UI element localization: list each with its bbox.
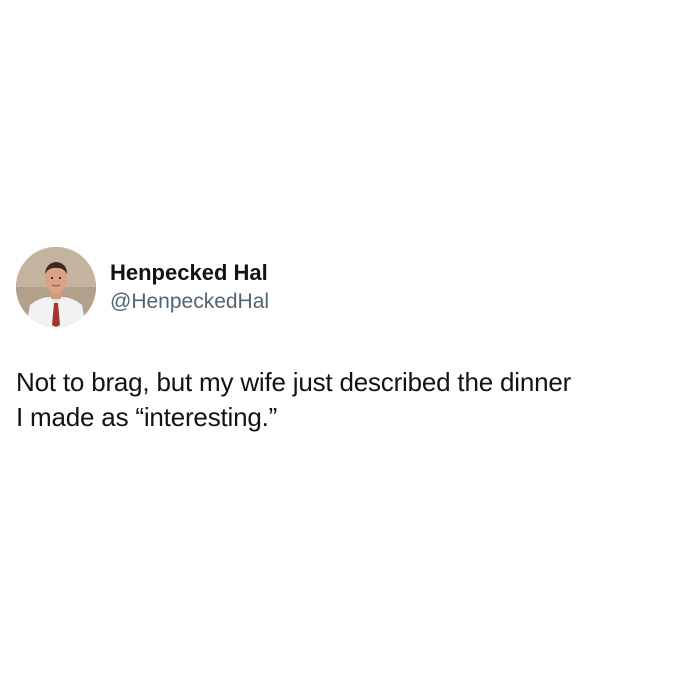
avatar[interactable] bbox=[16, 247, 96, 327]
tweet-card: Henpecked Hal @HenpeckedHal Not to brag,… bbox=[16, 247, 686, 435]
tweet-text: Not to brag, but my wife just described … bbox=[16, 367, 572, 432]
author-handle[interactable]: @HenpeckedHal bbox=[110, 287, 269, 317]
author-display-name[interactable]: Henpecked Hal bbox=[110, 259, 269, 287]
avatar-photo-icon bbox=[16, 247, 96, 327]
tweet-header: Henpecked Hal @HenpeckedHal bbox=[16, 247, 686, 327]
author-names: Henpecked Hal @HenpeckedHal bbox=[110, 259, 269, 317]
